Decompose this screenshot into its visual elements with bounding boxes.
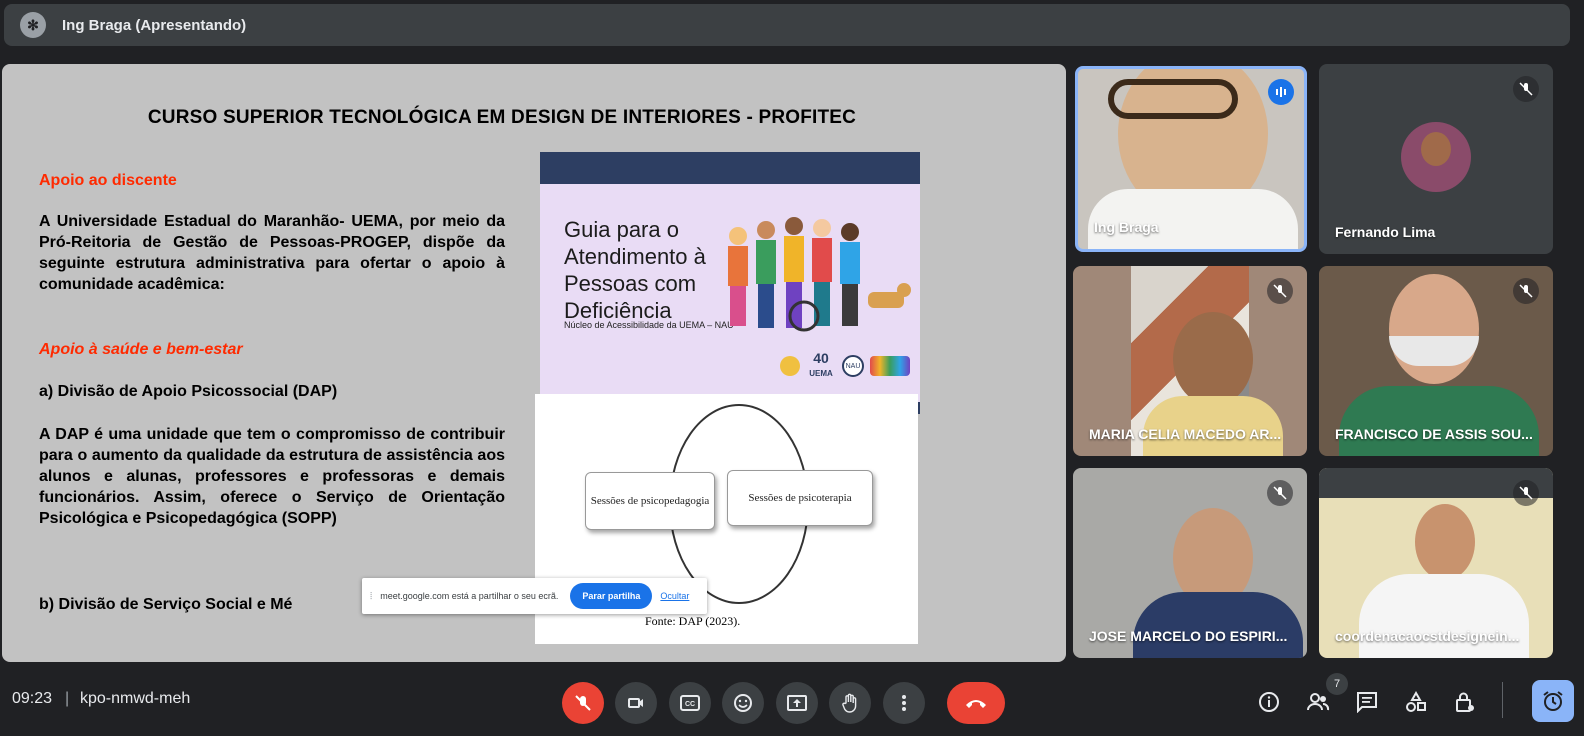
guide-title: Guia para o Atendimento à Pessoas com De… xyxy=(564,217,706,323)
speaking-indicator-icon xyxy=(1268,79,1294,105)
raise-hand-button[interactable] xyxy=(829,682,871,724)
hang-up-icon xyxy=(966,700,986,708)
present-icon xyxy=(787,695,807,711)
glasses-shape xyxy=(1108,79,1238,119)
participant-name: Ing Braga xyxy=(1094,219,1159,235)
uema-40-logo: 40 xyxy=(813,350,829,366)
participant-tile-coordenacao[interactable]: coordenacaocstdesignein... xyxy=(1319,468,1553,658)
people-illustration xyxy=(728,217,911,332)
toolbar-divider xyxy=(1502,682,1503,718)
guide-top-band xyxy=(540,152,920,184)
drag-handle-icon[interactable]: ⦙ xyxy=(370,591,372,602)
info-icon xyxy=(1259,692,1279,712)
mic-off-icon xyxy=(1513,76,1539,102)
guide-logos: 40 UEMA NAU xyxy=(780,350,910,380)
mic-off-icon xyxy=(1267,278,1293,304)
slide-item-dap: a) Divisão de Apoio Psicossocial (DAP) xyxy=(39,383,338,400)
hand-icon xyxy=(842,693,857,713)
host-controls-button[interactable] xyxy=(1450,687,1480,717)
ods-logo xyxy=(870,356,910,376)
more-vert-icon xyxy=(902,695,906,711)
camera-icon xyxy=(628,698,643,708)
nau-logo: NAU xyxy=(842,355,864,377)
hide-notice-link[interactable]: Ocultar xyxy=(660,591,689,601)
activities-icon xyxy=(1406,691,1426,712)
timer-button[interactable] xyxy=(1532,680,1574,722)
emoji-icon xyxy=(734,694,752,712)
slide-title: CURSO SUPERIOR TECNOLÓGICA EM DESIGN DE … xyxy=(147,107,857,128)
participant-tile-maria-celia[interactable]: MARIA CELIA MACEDO AR... xyxy=(1073,266,1307,456)
meeting-time: 09:23 xyxy=(12,690,53,707)
shared-screen: CURSO SUPERIOR TECNOLÓGICA EM DESIGN DE … xyxy=(2,64,1066,662)
captions-icon: CC xyxy=(680,695,700,711)
meeting-code: kpo-nmwd-meh xyxy=(80,690,191,707)
separator: | xyxy=(65,690,70,707)
participant-name: JOSE MARCELO DO ESPIRI... xyxy=(1089,628,1288,644)
mic-off-icon xyxy=(1513,480,1539,506)
captions-button[interactable]: CC xyxy=(669,682,711,724)
alarm-clock-icon xyxy=(1543,691,1563,711)
participant-name: FRANCISCO DE ASSIS SOU... xyxy=(1335,426,1533,442)
share-message: meet.google.com está a partilhar o seu e… xyxy=(380,591,559,601)
participant-tile-jose-marcelo[interactable]: JOSE MARCELO DO ESPIRI... xyxy=(1073,468,1307,658)
svg-text:CC: CC xyxy=(685,701,695,708)
participant-tile-fernando-lima[interactable]: Fernando Lima xyxy=(1319,64,1553,254)
presenter-bar: ✻ Ing Braga (Apresentando) xyxy=(4,4,1570,46)
shirt-shape xyxy=(1359,574,1529,658)
mic-off-icon xyxy=(1267,480,1293,506)
camera-toggle-button[interactable] xyxy=(615,682,657,724)
present-screen-button[interactable] xyxy=(776,682,818,724)
people-count-badge: 7 xyxy=(1326,673,1348,695)
mic-toggle-button[interactable] xyxy=(562,682,604,724)
uema-logo-text: UEMA xyxy=(809,369,833,378)
slide-section-apoio-discente: Apoio ao discente xyxy=(39,172,177,189)
shirt-shape xyxy=(1339,386,1539,456)
participant-tile-ing-braga[interactable]: Ing Braga xyxy=(1075,66,1307,252)
slide-paragraph-uema: A Universidade Estadual do Maranhão- UEM… xyxy=(39,213,505,293)
participant-tile-francisco[interactable]: FRANCISCO DE ASSIS SOU... xyxy=(1319,266,1553,456)
lock-person-icon xyxy=(1456,692,1474,712)
chat-button[interactable] xyxy=(1352,687,1382,717)
guide-cover-image: Guia para o Atendimento à Pessoas com De… xyxy=(540,152,920,414)
box-psicopedagogia: Sessões de psicopedagogia xyxy=(585,472,715,530)
mic-off-icon xyxy=(575,695,591,711)
presenter-avatar: ✻ xyxy=(20,12,46,38)
participant-video xyxy=(1415,504,1475,580)
box-psicoterapia: Sessões de psicoterapia xyxy=(727,470,873,526)
leave-call-button[interactable] xyxy=(947,682,1005,724)
participant-name: Fernando Lima xyxy=(1335,224,1436,240)
meeting-details-button[interactable] xyxy=(1254,687,1284,717)
slide-section-saude: Apoio à saúde e bem-estar xyxy=(39,341,243,358)
avatar xyxy=(1401,122,1471,192)
chat-icon xyxy=(1357,692,1377,713)
participant-video xyxy=(1173,312,1253,406)
mic-off-icon xyxy=(1513,278,1539,304)
participant-name: coordenacaocstdesignein... xyxy=(1335,628,1520,644)
participant-video xyxy=(1389,274,1479,384)
activities-button[interactable] xyxy=(1401,687,1431,717)
people-icon xyxy=(1307,693,1330,711)
stop-sharing-button[interactable]: Parar partilha xyxy=(570,583,653,609)
more-options-button[interactable] xyxy=(883,682,925,724)
presenter-label: Ing Braga (Apresentando) xyxy=(62,16,247,34)
shirt-shape xyxy=(1133,592,1303,658)
slide-paragraph-dap: A DAP é uma unidade que tem o compromiss… xyxy=(39,426,505,527)
screen-share-notice: ⦙ meet.google.com está a partilhar o seu… xyxy=(362,578,707,614)
participant-name: MARIA CELIA MACEDO AR... xyxy=(1089,426,1282,442)
reactions-button[interactable] xyxy=(722,682,764,724)
diagram-source: Fonte: DAP (2023). xyxy=(645,614,741,628)
seal-icon xyxy=(780,356,800,376)
